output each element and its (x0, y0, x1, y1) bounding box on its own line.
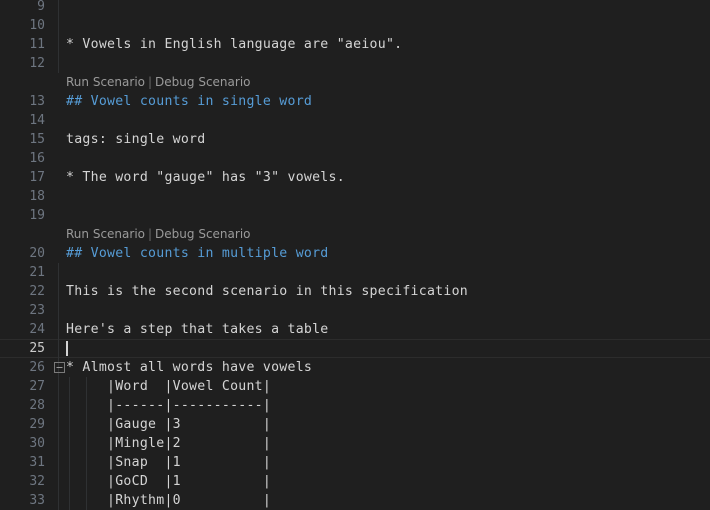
code-text: Here's a step that takes a table (66, 322, 329, 337)
editor-line[interactable]: 16 (0, 149, 710, 168)
editor-line[interactable]: 19 (0, 206, 710, 225)
editor-line[interactable]: 32 |GoCD |1 | (0, 472, 710, 491)
code-text: * Almost all words have vowels (66, 360, 313, 375)
line-number: 19 (29, 208, 45, 223)
editor-line[interactable]: 24 Here's a step that takes a table (0, 320, 710, 339)
codelens-run-scenario[interactable]: Run Scenario (66, 75, 145, 89)
code-text: |Rhythm|0 | (66, 493, 272, 508)
code-text: |Mingle|2 | (66, 436, 272, 451)
editor-line[interactable]: 10 (0, 16, 710, 35)
editor-line[interactable]: 14 (0, 111, 710, 130)
code-text: |------|-----------| (66, 398, 272, 413)
editor-line[interactable]: 27 |Word |Vowel Count| (0, 377, 710, 396)
code-text: |GoCD |1 | (66, 474, 272, 489)
editor-line[interactable]: 12 (0, 54, 710, 73)
line-number: 22 (29, 284, 45, 299)
line-number: 9 (37, 0, 45, 14)
text-cursor (66, 341, 68, 356)
line-number: 10 (29, 18, 45, 33)
line-number: 32 (29, 474, 45, 489)
codelens-separator: | (148, 227, 153, 241)
line-number: 21 (29, 265, 45, 280)
code-text: * The word "gauge" has "3" vowels. (66, 170, 345, 185)
line-number: 26 (29, 360, 45, 375)
editor-line[interactable]: 30 |Mingle|2 | (0, 434, 710, 453)
code-text: This is the second scenario in this spec… (66, 284, 468, 299)
fold-collapse-icon[interactable] (51, 358, 67, 377)
codelens-debug-scenario[interactable]: Debug Scenario (155, 227, 250, 241)
line-number: 18 (29, 189, 45, 204)
editor-line[interactable]: 18 (0, 187, 710, 206)
codelens-row: Run Scenario | Debug Scenario (66, 225, 251, 244)
line-number: 25 (29, 341, 45, 356)
line-number: 27 (29, 379, 45, 394)
line-number: 16 (29, 151, 45, 166)
line-number: 23 (29, 303, 45, 318)
line-number: 20 (29, 246, 45, 261)
editor-line[interactable]: 15 tags: single word (0, 130, 710, 149)
line-number: 30 (29, 436, 45, 451)
editor-line[interactable]: 22 This is the second scenario in this sp… (0, 282, 710, 301)
codelens-row: Run Scenario | Debug Scenario (66, 73, 251, 92)
editor-line[interactable]: 25 (0, 339, 710, 358)
line-number: 13 (29, 94, 45, 109)
editor-line[interactable]: 31 |Snap |1 | (0, 453, 710, 472)
code-text: |Gauge |3 | (66, 417, 272, 432)
editor-line[interactable]: 29 |Gauge |3 | (0, 415, 710, 434)
editor-line[interactable]: 28 |------|-----------| (0, 396, 710, 415)
code-text: |Word |Vowel Count| (66, 379, 272, 394)
code-text: * Vowels in English language are "aeiou"… (66, 37, 403, 52)
line-number: 14 (29, 113, 45, 128)
editor-line[interactable]: 11 * Vowels in English language are "aeio… (0, 35, 710, 54)
editor-line[interactable]: 20 ## Vowel counts in multiple word (0, 244, 710, 263)
editor-line[interactable]: 23 (0, 301, 710, 320)
editor-line[interactable]: 21 (0, 263, 710, 282)
line-number: 31 (29, 455, 45, 470)
heading-text: ## Vowel counts in multiple word (66, 246, 329, 261)
line-number: 12 (29, 56, 45, 71)
heading-text: ## Vowel counts in single word (66, 94, 313, 109)
editor-line[interactable]: 9 (0, 0, 710, 16)
line-number: 15 (29, 132, 45, 147)
editor-line[interactable]: 26 * Almost all words have vowels (0, 358, 710, 377)
codelens-debug-scenario[interactable]: Debug Scenario (155, 75, 250, 89)
code-text: tags: single word (66, 132, 206, 147)
editor-line[interactable]: 17 * The word "gauge" has "3" vowels. (0, 168, 710, 187)
codelens-run-scenario[interactable]: Run Scenario (66, 227, 145, 241)
editor-line[interactable]: 13 ## Vowel counts in single word (0, 92, 710, 111)
codelens-separator: | (148, 75, 153, 89)
editor-line[interactable]: 33 |Rhythm|0 | (0, 491, 710, 510)
line-number: 24 (29, 322, 45, 337)
code-editor[interactable]: Run Scenario | Debug Scenario Run Scenario |… (0, 0, 710, 510)
line-number: 11 (29, 37, 45, 52)
line-number: 17 (29, 170, 45, 185)
line-number: 29 (29, 417, 45, 432)
code-text: |Snap |1 | (66, 455, 272, 470)
line-number: 33 (29, 493, 45, 508)
line-number: 28 (29, 398, 45, 413)
